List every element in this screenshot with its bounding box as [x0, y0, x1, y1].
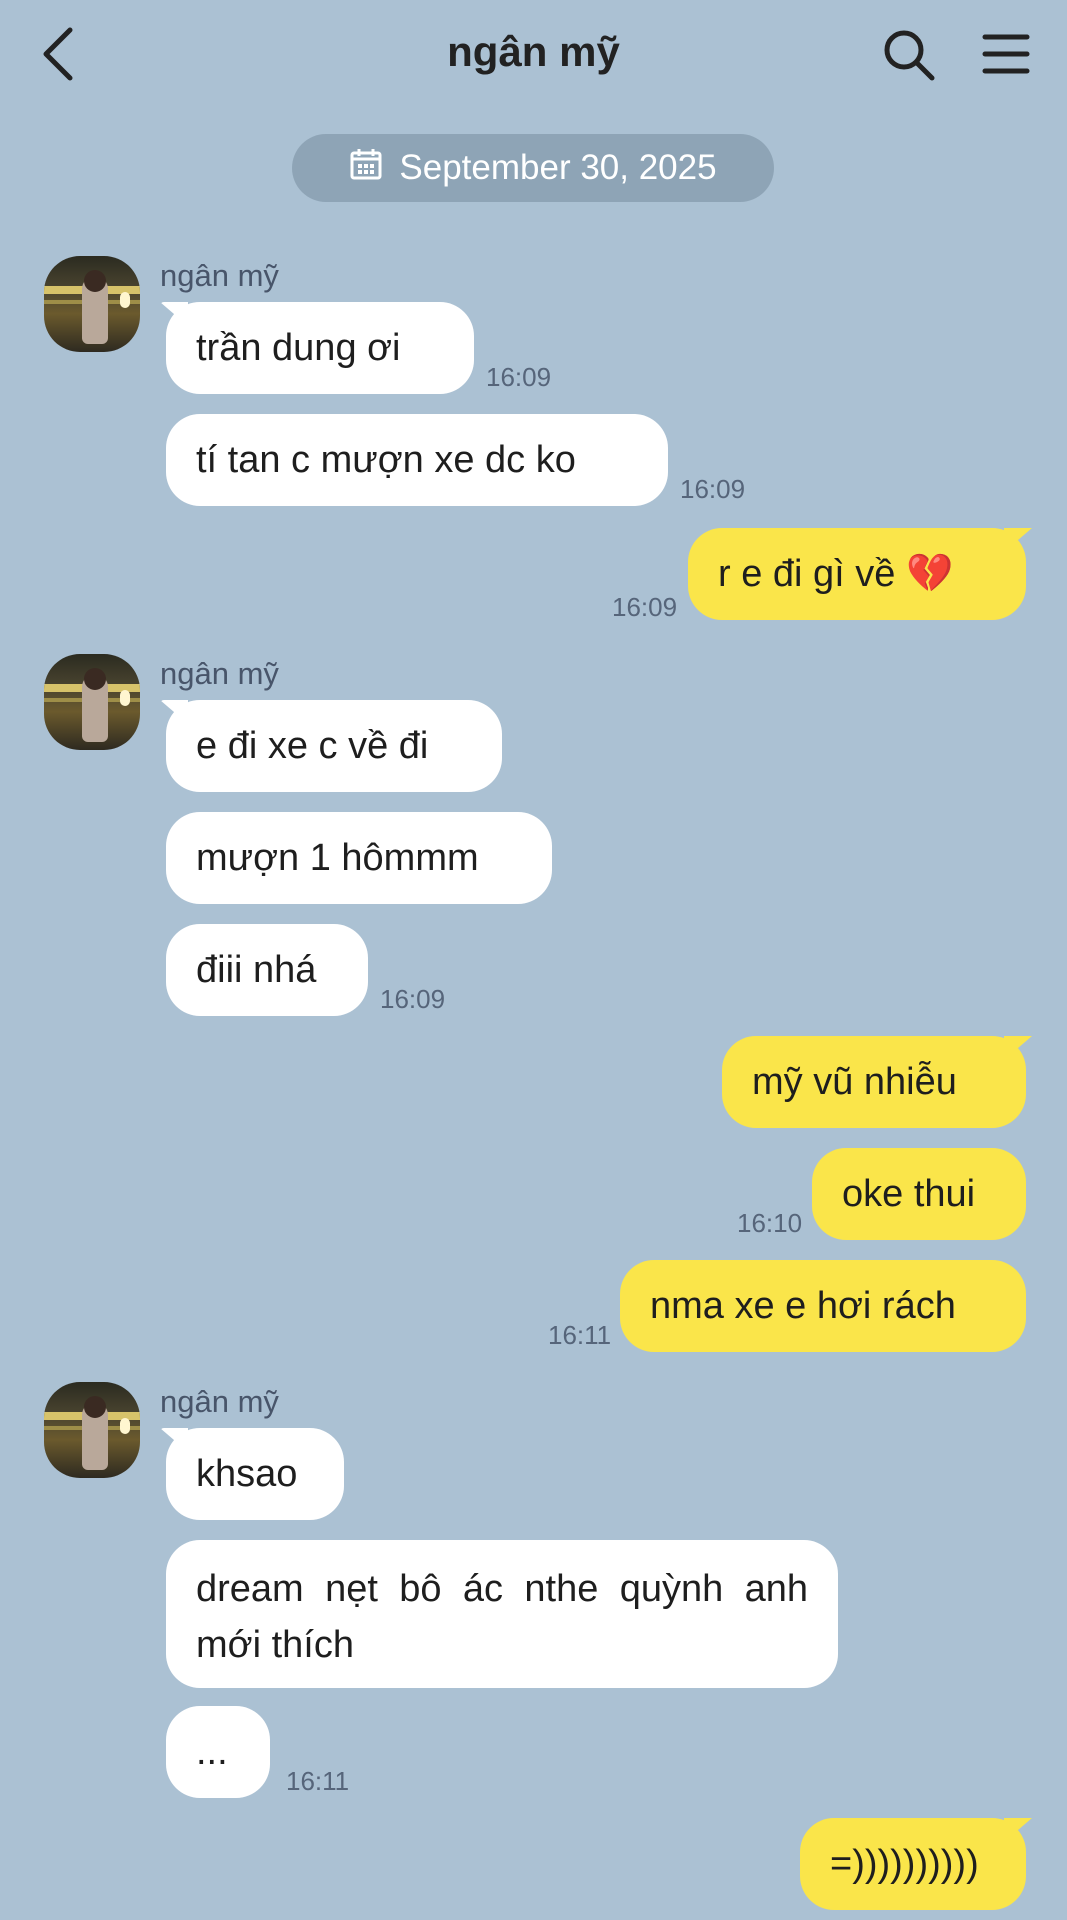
- message-bubble[interactable]: oke thui: [812, 1148, 1026, 1240]
- message-bubble[interactable]: ...: [166, 1706, 270, 1798]
- chat-header: ngân mỹ: [0, 0, 1067, 112]
- message-bubble[interactable]: =)))))))))): [800, 1818, 1026, 1910]
- sender-name: ngân mỹ: [160, 258, 279, 293]
- date-divider: September 30, 2025: [292, 134, 774, 202]
- contact-avatar[interactable]: [44, 256, 140, 352]
- message-bubble[interactable]: mượn 1 hômmm: [166, 812, 552, 904]
- message-bubble[interactable]: e đi xe c về đi: [166, 700, 502, 792]
- message-bubble[interactable]: mỹ vũ nhiễu: [722, 1036, 1026, 1128]
- contact-avatar[interactable]: [44, 1382, 140, 1478]
- date-text: September 30, 2025: [399, 148, 717, 187]
- message-time: 16:11: [548, 1320, 612, 1350]
- message-bubble[interactable]: trần dung ơi: [166, 302, 474, 394]
- sender-name: ngân mỹ: [160, 656, 279, 691]
- message-time: 16:09: [486, 362, 552, 392]
- message-bubble[interactable]: điii nhá: [166, 924, 368, 1016]
- message-time: 16:10: [737, 1208, 803, 1238]
- message-time: 16:09: [612, 592, 678, 622]
- message-time: 16:11: [286, 1766, 350, 1796]
- search-icon[interactable]: [882, 28, 936, 82]
- contact-avatar[interactable]: [44, 654, 140, 750]
- menu-icon[interactable]: [982, 32, 1030, 76]
- message-time: 16:09: [380, 984, 446, 1014]
- sender-name: ngân mỹ: [160, 1384, 279, 1419]
- message-bubble[interactable]: nma xe e hơi rách: [620, 1260, 1026, 1352]
- message-bubble[interactable]: r e đi gì về 💔: [688, 528, 1026, 620]
- message-bubble[interactable]: khsao: [166, 1428, 344, 1520]
- message-time: 16:09: [680, 474, 746, 504]
- calendar-icon: [349, 147, 383, 190]
- message-bubble[interactable]: tí tan c mượn xe dc ko: [166, 414, 668, 506]
- message-bubble[interactable]: dream nẹt bô ác nthe quỳnh anh mới thích: [166, 1540, 838, 1688]
